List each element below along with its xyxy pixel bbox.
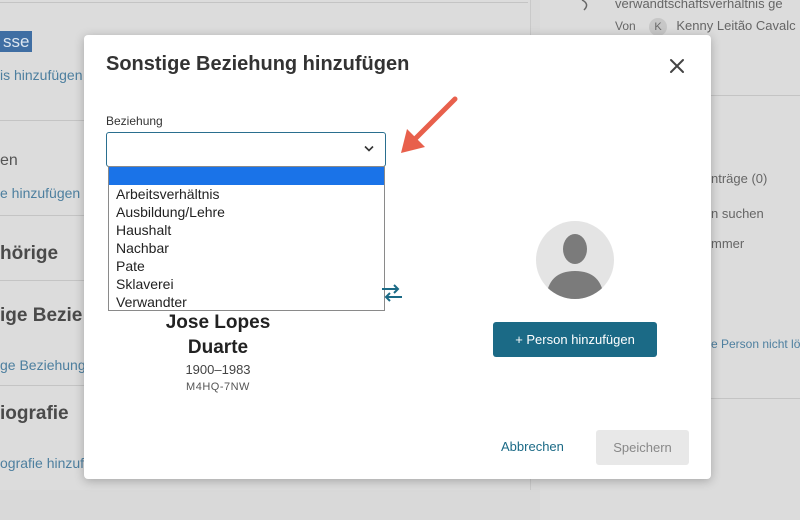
bg-text: n suchen <box>711 206 764 221</box>
option-arbeitsverhaeltnis[interactable]: Arbeitsverhältnis <box>109 185 384 203</box>
person-id: M4HQ-7NW <box>186 381 250 393</box>
option-ausbildung-lehre[interactable]: Ausbildung/Lehre <box>109 203 384 221</box>
person-dates: 1900–1983 <box>185 362 251 377</box>
person-name-line1: Jose Lopes <box>165 312 271 333</box>
person-silhouette-icon <box>536 221 614 299</box>
von-name[interactable]: Kenny Leitão Cavalc <box>676 18 795 33</box>
option-nachbar[interactable]: Nachbar <box>109 239 384 257</box>
separator <box>0 280 84 281</box>
von-label: Von <box>615 19 636 34</box>
relationship-field-label: Beziehung <box>106 114 163 128</box>
option-empty[interactable] <box>109 167 384 185</box>
add-person-button[interactable]: + Person hinzufügen <box>493 322 657 357</box>
separator <box>0 385 84 386</box>
bg-link[interactable]: ografie hinzuf <box>0 455 84 471</box>
chevron-down-icon <box>364 145 374 152</box>
bg-heading: ige Bezie <box>0 305 83 326</box>
separator <box>0 215 84 216</box>
bg-link[interactable]: e hinzufügen <box>0 185 80 201</box>
cancel-button[interactable]: Abbrechen <box>501 439 564 454</box>
person-name: Jose Lopes Duarte <box>108 310 328 360</box>
person-name-line2: Duarte <box>187 337 249 358</box>
annotation-arrow-icon <box>401 96 458 153</box>
dialog-title: Sonstige Beziehung hinzufügen <box>106 53 410 75</box>
option-pate[interactable]: Pate <box>109 257 384 275</box>
relationship-options-list: Arbeitsverhältnis Ausbildung/Lehre Haush… <box>108 166 385 311</box>
bg-von-row: Von K Kenny Leitão Cavalc <box>615 18 796 36</box>
bg-link[interactable]: is hinzufügen <box>0 67 83 83</box>
option-verwandter[interactable]: Verwandter <box>109 293 384 311</box>
relationship-arc-icon <box>581 0 588 11</box>
bg-text: en <box>0 152 18 169</box>
swap-arrows-icon <box>382 284 402 302</box>
separator <box>0 120 84 121</box>
bg-text: verwandtschaftsverhältnis ge <box>615 0 783 11</box>
save-button[interactable]: Speichern <box>596 430 689 465</box>
bg-heading: hörige <box>0 243 59 264</box>
close-icon[interactable] <box>666 55 688 77</box>
bg-text: nträge (0) <box>711 171 768 186</box>
separator <box>0 2 528 3</box>
option-sklaverei[interactable]: Sklaverei <box>109 275 384 293</box>
avatar: K <box>649 18 668 36</box>
bg-link[interactable]: e Person nicht lö <box>711 337 800 351</box>
bg-link[interactable]: ge Beziehung <box>0 357 86 373</box>
relationship-select[interactable] <box>106 132 386 167</box>
bg-heading: iografie <box>0 403 69 424</box>
bg-text: mmer <box>711 236 745 251</box>
option-haushalt[interactable]: Haushalt <box>109 221 384 239</box>
bg-highlighted-text: sse <box>0 31 33 52</box>
